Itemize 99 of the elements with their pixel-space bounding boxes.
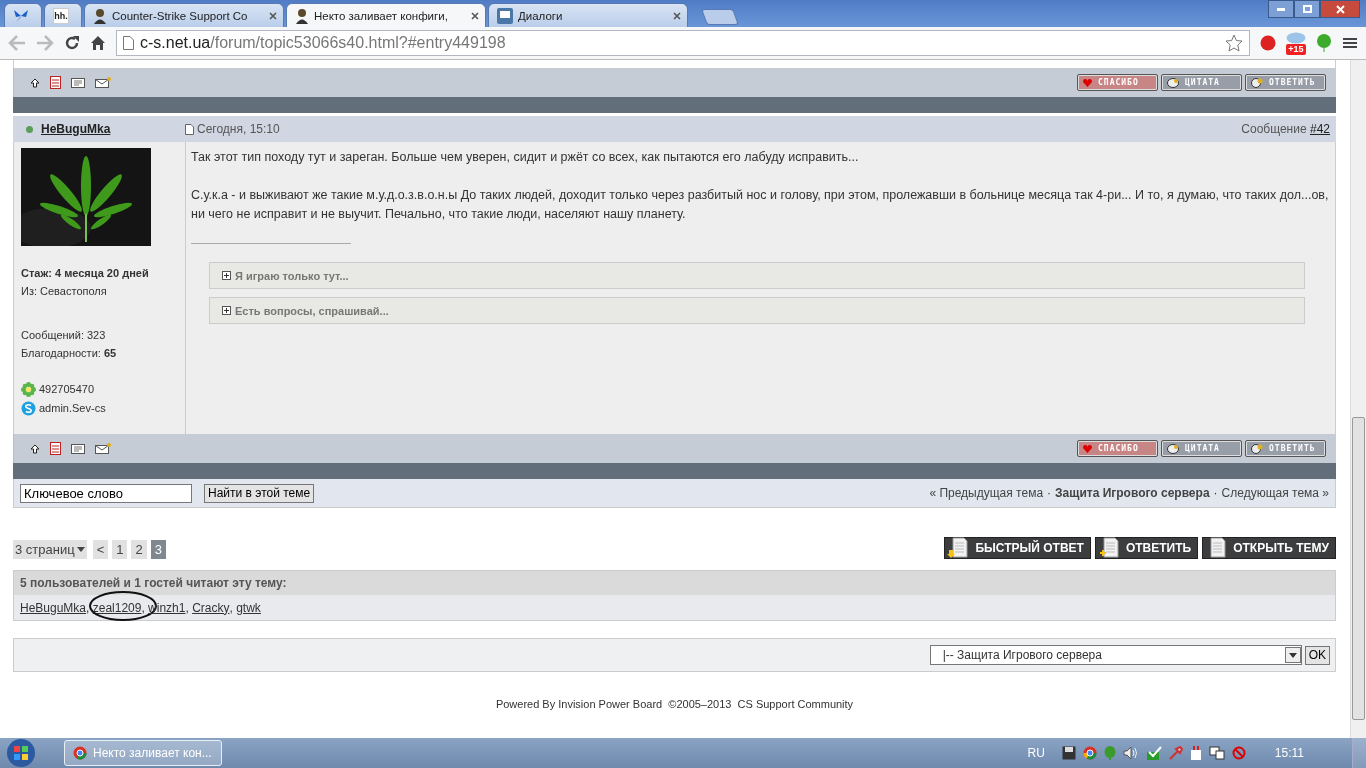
person-icon — [295, 7, 309, 24]
post-date: Сегодня, 15:10 — [197, 122, 280, 136]
topic-action-button[interactable]: ОТВЕТИТЬ — [1094, 537, 1199, 559]
separator-dot: · — [1047, 486, 1052, 500]
caret-icon — [76, 547, 85, 552]
close-icon[interactable] — [269, 11, 277, 20]
card-icon[interactable] — [71, 443, 85, 454]
topic-nav-link[interactable]: Следующая тема » — [1221, 486, 1329, 500]
chrome-icon[interactable] — [1082, 746, 1097, 760]
browser-tab[interactable]: Некто заливает конфиги, — [286, 3, 486, 27]
scrollbar[interactable] — [1350, 60, 1366, 738]
separator: , — [185, 600, 190, 615]
network-icon[interactable] — [1208, 746, 1225, 760]
mail-icon[interactable] — [95, 77, 111, 88]
contact-id: 492705470 — [39, 382, 95, 397]
forum-link[interactable]: Защита Игрового сервера — [1055, 486, 1210, 500]
footer-text: Powered By Invision Power Board ©2005–2013 CS Support Community — [494, 698, 855, 710]
maximize-button[interactable] — [1294, 0, 1320, 18]
report-icon[interactable] — [50, 76, 61, 89]
arrow-up-icon[interactable] — [30, 77, 40, 88]
close-icon[interactable] — [471, 11, 479, 20]
person-icon — [93, 7, 107, 24]
ok-button[interactable]: OK — [1304, 645, 1330, 665]
count-badge: +15 — [1286, 43, 1306, 55]
card-icon[interactable] — [71, 77, 85, 88]
minimize-button[interactable] — [1268, 0, 1294, 18]
page-icon — [185, 123, 194, 135]
browser-tab[interactable] — [4, 3, 42, 27]
chat-icon — [497, 7, 513, 24]
user-link[interactable]: Cracky — [192, 600, 230, 615]
page-link[interactable]: 3 — [150, 540, 166, 559]
star-icon[interactable] — [1225, 34, 1243, 52]
profile-stat: Сообщений: 323 — [21, 328, 107, 343]
checkmark-icon[interactable] — [1145, 746, 1162, 760]
viewers-heading: 5 пользователей и 1 гостей читают эту тему: — [14, 571, 1335, 595]
user-link[interactable]: gtwk — [236, 600, 261, 615]
new-tab-button[interactable] — [701, 9, 739, 25]
profile-stat: Стаж: 4 месяца 20 дней — [21, 266, 150, 281]
contact-id: admin.Sev-cs — [39, 401, 106, 416]
butterfly-icon — [13, 8, 29, 23]
heart-icon — [1083, 444, 1092, 453]
pages-dropdown[interactable]: 3 страниц — [13, 540, 87, 559]
skype-icon — [21, 401, 36, 416]
previous-page-button[interactable]: < — [92, 540, 109, 559]
logo-icon: hh. — [53, 7, 69, 24]
balloon-icon[interactable] — [1316, 34, 1332, 52]
flower-icon — [21, 382, 36, 397]
windows-logo-icon — [6, 738, 36, 768]
speech-bubble-icon — [1167, 77, 1179, 88]
topic-action-button[interactable]: БЫСТРЫЙ ОТВЕТ — [944, 537, 1091, 559]
profile-stat: Благодарности: 65 — [21, 346, 118, 361]
close-button[interactable] — [1320, 0, 1360, 18]
reload-icon[interactable] — [64, 35, 80, 51]
speech-bubble-icon — [1167, 443, 1179, 454]
maximize-icon — [1302, 5, 1312, 13]
heart-icon — [1083, 78, 1092, 87]
separator: , — [229, 600, 234, 615]
home-icon[interactable] — [90, 35, 106, 51]
browser-tab[interactable]: Диалоги — [488, 3, 688, 27]
browser-tab[interactable]: Counter-Strike Support Co — [84, 3, 284, 27]
post-text: С.у.к.а - и выживают же такие м.у.д.о.з.в.о.н.ы До таких людей, доходит только через разбитый нос и голову, при этом, пролежавши в больнице месяца так 4-ри... И то, я думаю, что таких дол...ов, ни чего не исправит и не выучит. Печально, что такие люди, населяют нашу планету. — [191, 187, 1329, 223]
page-link[interactable]: 2 — [131, 540, 147, 559]
expand-icon — [222, 306, 231, 315]
speech-bubble-icon — [1251, 77, 1263, 88]
document-icon — [947, 537, 970, 559]
chrome-icon — [73, 746, 87, 760]
mail-icon[interactable] — [95, 443, 111, 454]
page-icon — [123, 36, 134, 50]
keyword-field[interactable]: Ключевое слово — [20, 483, 192, 503]
spoiler-toggle[interactable]: Есть вопросы, спрашивай... — [209, 297, 1305, 324]
post-text: Так этот тип походу тут и зареган. Больше чем уверен, сидит и ржёт со всех, как пытаются его лабуду исправить... — [191, 149, 860, 166]
plug-icon[interactable] — [1189, 746, 1202, 760]
forum-select[interactable]: |-- Защита Игрового сервера — [929, 645, 1302, 665]
floppy-icon[interactable] — [1061, 746, 1076, 760]
spoiler-toggle[interactable]: Я играю только тут... — [209, 262, 1305, 289]
search-topic-button[interactable]: Найти в этой теме — [204, 483, 315, 503]
separator: , — [141, 600, 146, 615]
speaker-icon[interactable] — [1122, 746, 1139, 760]
address-bar[interactable]: c-s.net.ua/forum/topic53066s40.html?#entry449198 — [116, 30, 1250, 56]
topic-action-button[interactable]: ОТКРЫТЬ ТЕМУ — [1202, 537, 1336, 559]
separator-dot: · — [1213, 486, 1218, 500]
expand-icon — [222, 271, 231, 280]
minimize-icon — [1277, 7, 1285, 11]
post-number-link[interactable]: #42 — [1309, 122, 1330, 136]
browser-tab[interactable]: hh. — [44, 3, 82, 27]
document-icon — [1097, 537, 1120, 559]
page-link[interactable]: 1 — [112, 540, 128, 559]
menu-icon[interactable] — [1342, 36, 1358, 50]
arrow-up-icon[interactable] — [30, 443, 40, 454]
speech-bubble-icon — [1251, 443, 1263, 454]
report-icon[interactable] — [50, 442, 61, 455]
close-icon — [1335, 4, 1345, 14]
separator: , — [86, 600, 91, 615]
author-link[interactable]: HeBuguMka — [41, 122, 111, 136]
stop-sign-icon[interactable] — [1260, 35, 1276, 51]
profile-stat: Из: Севастополя — [21, 284, 108, 299]
close-icon[interactable] — [673, 11, 681, 20]
topic-nav-link[interactable]: « Предыдущая тема — [929, 486, 1044, 500]
post-number: Сообщение #42 — [1241, 122, 1331, 136]
